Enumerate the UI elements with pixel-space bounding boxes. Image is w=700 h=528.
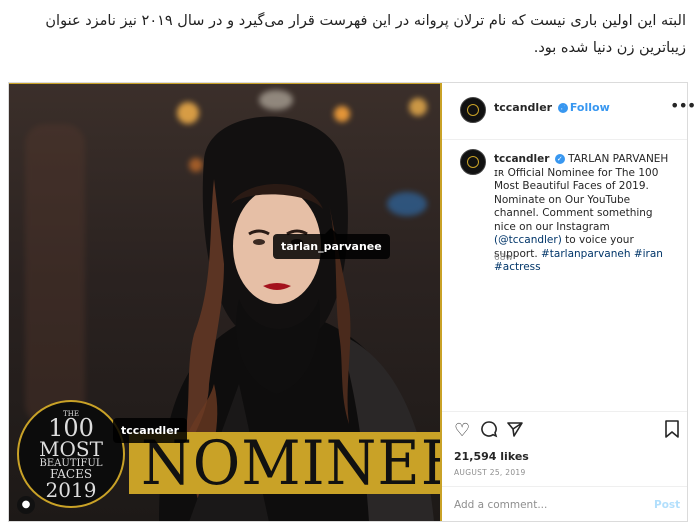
person-icon[interactable]: ● xyxy=(17,496,35,514)
post-sidebar: tccandler ✓ • Follow ••• tccandler ✓ TAR… xyxy=(442,83,696,522)
instagram-embed: tarlan_parvanee NOMINEE THE 100 MOST BEA… xyxy=(8,82,696,522)
avatar[interactable] xyxy=(460,97,486,123)
follow-button[interactable]: • Follow xyxy=(559,101,610,114)
bookmark-icon[interactable] xyxy=(664,420,680,443)
article-paragraph: البته این اولین باری نیست که نام ترلان پ… xyxy=(45,13,686,56)
header-username[interactable]: tccandler xyxy=(494,101,552,114)
caption-username[interactable]: tccandler xyxy=(494,153,549,165)
caption-time: 68w xyxy=(494,253,513,263)
heart-icon[interactable]: ♡ xyxy=(454,420,470,441)
user-tag-brand[interactable]: tccandler xyxy=(113,418,188,443)
caption-verified-icon: ✓ xyxy=(554,154,565,164)
most-beautiful-faces-badge: THE 100 MOST BEAUTIFUL FACES 2019 xyxy=(17,400,125,508)
post-image[interactable]: tarlan_parvanee NOMINEE THE 100 MOST BEA… xyxy=(9,83,442,521)
caption-avatar[interactable] xyxy=(460,149,486,175)
post-date: AUGUST 25, 2019 xyxy=(454,468,526,477)
header-username-wrap[interactable]: tccandler ✓ xyxy=(494,101,568,114)
user-tag-person[interactable]: tarlan_parvanee xyxy=(273,228,390,259)
post-header: tccandler ✓ • Follow ••• xyxy=(442,83,696,140)
post-actions: ♡ 21,594 likes AUGUST 25, 2019 Add a com… xyxy=(442,411,687,522)
post-caption: tccandler ✓ TARLAN PARVANEH ɪʀ Official … xyxy=(494,153,676,275)
badge-year: 2019 xyxy=(45,478,97,502)
comment-input[interactable]: Add a comment... xyxy=(454,499,547,511)
comment-icon[interactable] xyxy=(480,420,498,443)
likes-count[interactable]: 21,594 likes xyxy=(454,450,529,463)
more-horizontal-icon[interactable]: ••• xyxy=(670,96,696,115)
caption-mention[interactable]: (@tccandler) xyxy=(494,234,562,246)
share-icon[interactable] xyxy=(506,420,524,443)
comment-box: Add a comment... Post xyxy=(442,486,687,523)
post-comment-button[interactable]: Post xyxy=(654,499,680,511)
badge-most: MOST xyxy=(39,437,103,461)
